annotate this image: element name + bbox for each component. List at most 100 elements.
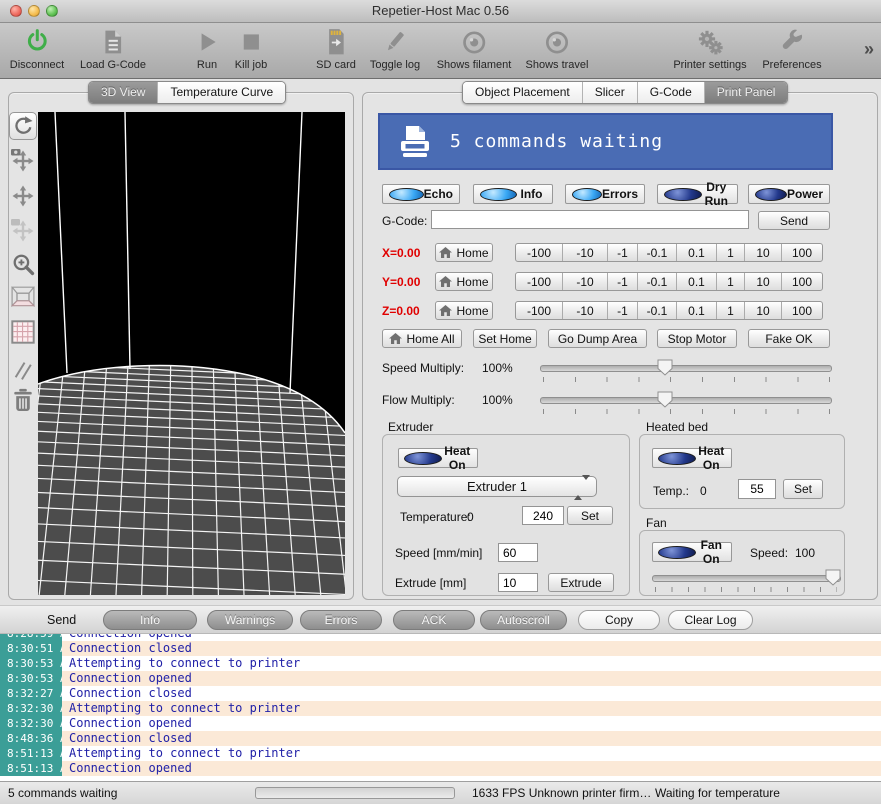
log-filter-autoscroll[interactable]: Autoscroll: [480, 610, 567, 630]
go-dump-area-button[interactable]: Go Dump Area: [548, 329, 647, 348]
log-copy-button[interactable]: Copy: [578, 610, 660, 630]
log-filter-errors[interactable]: Errors: [300, 610, 382, 630]
move-x-100[interactable]: -100: [516, 244, 563, 261]
view-tabs: 3D ViewTemperature Curve: [88, 81, 286, 104]
perspective-view-icon[interactable]: [9, 283, 37, 311]
flow-multiply-slider[interactable]: [540, 397, 832, 404]
move-z-10[interactable]: 10: [745, 302, 782, 319]
close-window-button[interactable]: [10, 5, 22, 17]
move-y-100[interactable]: -100: [516, 273, 563, 290]
log-clear-log-button[interactable]: Clear Log: [668, 610, 753, 630]
move-z-10[interactable]: -10: [563, 302, 608, 319]
extruder-heat-on-button[interactable]: Heat On: [398, 448, 478, 468]
move-y-0-1[interactable]: 0.1: [677, 273, 717, 290]
log-message: Connection closed: [62, 731, 192, 746]
fan-speed-slider[interactable]: [652, 575, 841, 582]
home-all-button[interactable]: Home All: [382, 329, 462, 348]
log-timestamp: 8:51:13 AM: [0, 746, 62, 761]
move-x-1[interactable]: -1: [608, 244, 638, 261]
speed-slider-thumb[interactable]: [657, 359, 673, 376]
move-icon[interactable]: [9, 182, 37, 210]
toolbar-shows-filament[interactable]: Shows filament: [437, 26, 512, 71]
gcode-send-button[interactable]: Send: [758, 211, 830, 230]
3d-viewport[interactable]: [38, 112, 345, 595]
fan-slider-ticks: [655, 587, 837, 592]
toolbar-shows-travel[interactable]: Shows travel: [526, 26, 589, 71]
bed-temp-input[interactable]: [738, 479, 776, 499]
zoom-icon[interactable]: [9, 250, 37, 278]
toolbar-toggle-log[interactable]: Toggle log: [370, 26, 420, 71]
tab-temperature-curve[interactable]: Temperature Curve: [158, 82, 285, 103]
tab-slicer[interactable]: Slicer: [583, 82, 638, 103]
flow-slider-thumb[interactable]: [657, 391, 673, 408]
extruder-temp-set-button[interactable]: Set: [567, 506, 613, 525]
home-z-button[interactable]: Home: [435, 301, 493, 320]
delete-object-icon[interactable]: [9, 386, 37, 414]
tab-print-panel[interactable]: Print Panel: [705, 82, 788, 103]
set-home-button[interactable]: Set Home: [473, 329, 537, 348]
toolbar-preferences[interactable]: Preferences: [762, 26, 821, 71]
toolbar-sd-card[interactable]: SD card: [316, 26, 356, 71]
bed-heat-on-button[interactable]: Heat On: [652, 448, 732, 468]
move-x-0-1[interactable]: -0.1: [638, 244, 677, 261]
log-filter-warnings[interactable]: Warnings: [207, 610, 293, 630]
minimize-window-button[interactable]: [28, 5, 40, 17]
fake-ok-button[interactable]: Fake OK: [748, 329, 830, 348]
tab-3d-view[interactable]: 3D View: [89, 82, 158, 103]
toggle-dry-run[interactable]: Dry Run: [657, 184, 738, 204]
toggle-power[interactable]: Power: [748, 184, 830, 204]
toolbar-run[interactable]: Run: [194, 26, 220, 71]
move-y-1[interactable]: -1: [608, 273, 638, 290]
log-entry: 8:51:13 AMConnection opened: [0, 761, 881, 776]
move-z-1[interactable]: 1: [717, 302, 745, 319]
toolbar-printer-settings[interactable]: Printer settings: [673, 26, 746, 71]
move-z-100[interactable]: -100: [516, 302, 563, 319]
extruder-select[interactable]: Extruder 1: [397, 476, 597, 497]
home-x-button[interactable]: Home: [435, 243, 493, 262]
log-filter-ack[interactable]: ACK: [393, 610, 475, 630]
tab-g-code[interactable]: G-Code: [638, 82, 705, 103]
stop-motor-button[interactable]: Stop Motor: [657, 329, 737, 348]
zoom-window-button[interactable]: [46, 5, 58, 17]
move-y-0-1[interactable]: -0.1: [638, 273, 677, 290]
eye-icon: [543, 26, 570, 58]
move-z-0-1[interactable]: -0.1: [638, 302, 677, 319]
move-z-100[interactable]: 100: [782, 302, 822, 319]
fan-slider-thumb[interactable]: [825, 569, 841, 586]
toolbar-disconnect[interactable]: Disconnect: [10, 26, 64, 71]
move-x-100[interactable]: 100: [782, 244, 822, 261]
move-z-1[interactable]: -1: [608, 302, 638, 319]
fan-on-button[interactable]: Fan On: [652, 542, 732, 562]
extruder-temp-input[interactable]: [522, 506, 564, 525]
move-x-1[interactable]: 1: [717, 244, 745, 261]
toggle-errors[interactable]: Errors: [565, 184, 645, 204]
move-y-100[interactable]: 100: [782, 273, 822, 290]
toolbar-overflow-chevron-icon[interactable]: »: [864, 39, 874, 60]
move-y-1[interactable]: 1: [717, 273, 745, 290]
parallel-projection-icon[interactable]: [9, 356, 37, 384]
rotate-icon[interactable]: [9, 112, 37, 140]
log-output[interactable]: 8:28:59 AMConnection opened8:30:51 AMCon…: [0, 634, 881, 781]
move-z-0-1[interactable]: 0.1: [677, 302, 717, 319]
extrude-length-input[interactable]: [498, 573, 538, 592]
top-view-icon[interactable]: [9, 318, 37, 346]
bed-temp-set-button[interactable]: Set: [783, 479, 823, 499]
move-y-10[interactable]: 10: [745, 273, 782, 290]
tab-object-placement[interactable]: Object Placement: [463, 82, 583, 103]
toolbar-load-g-code[interactable]: Load G-Code: [80, 26, 146, 71]
home-y-button[interactable]: Home: [435, 272, 493, 291]
move-x-10[interactable]: -10: [563, 244, 608, 261]
move-x-0-1[interactable]: 0.1: [677, 244, 717, 261]
speed-multiply-slider[interactable]: [540, 365, 832, 372]
extruder-speed-input[interactable]: [498, 543, 538, 562]
toggle-info[interactable]: Info: [473, 184, 553, 204]
move-x-10[interactable]: 10: [745, 244, 782, 261]
toggle-echo[interactable]: Echo: [382, 184, 460, 204]
move-camera-icon[interactable]: [9, 147, 37, 175]
move-y-10[interactable]: -10: [563, 273, 608, 290]
log-send-button[interactable]: Send: [47, 613, 76, 627]
extrude-button[interactable]: Extrude: [548, 573, 614, 592]
gcode-input[interactable]: [431, 210, 749, 229]
toolbar-kill-job[interactable]: Kill job: [235, 26, 267, 71]
log-filter-info[interactable]: Info: [103, 610, 197, 630]
